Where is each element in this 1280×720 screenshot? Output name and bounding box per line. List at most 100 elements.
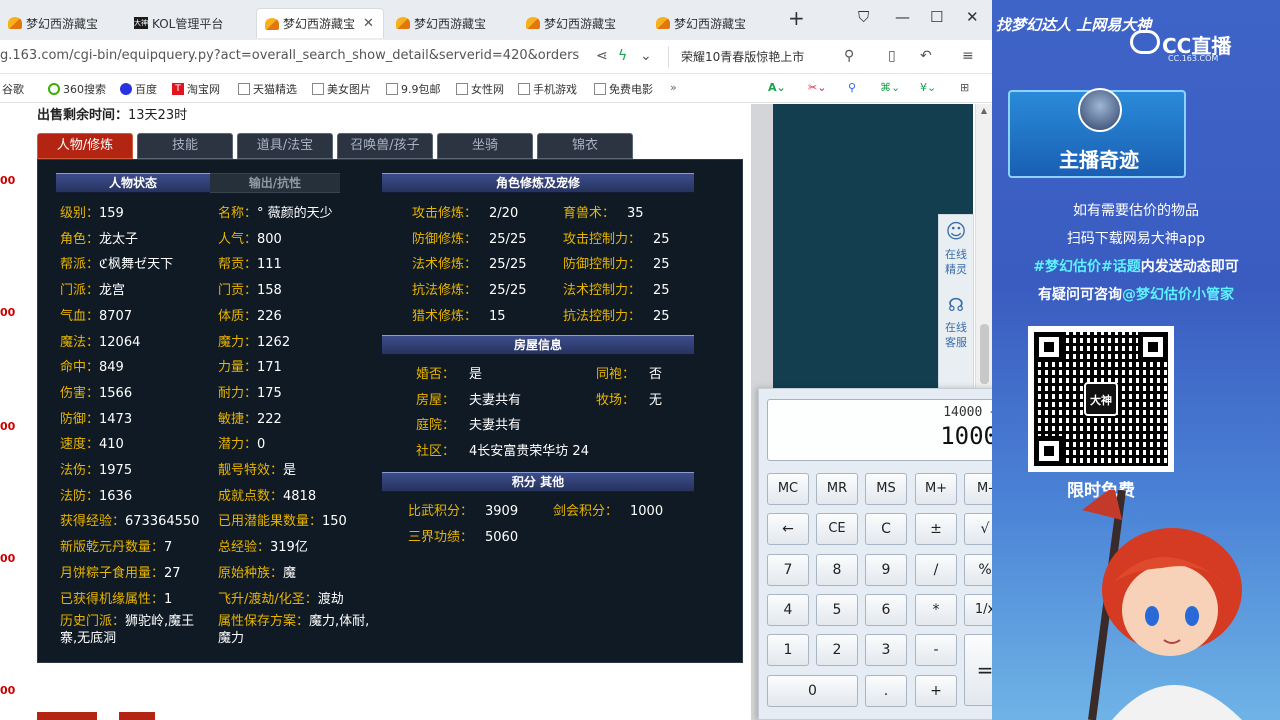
status-field: 月饼粽子食用量：27 [60, 562, 181, 581]
field-label: 魔力： [218, 334, 258, 350]
restore-tabs-icon[interactable]: ⛉ [858, 8, 869, 26]
calc-key-6[interactable]: 6 [865, 594, 907, 626]
yen-icon[interactable]: ¥⌄ [920, 81, 936, 94]
new-tab-icon[interactable]: + [788, 6, 805, 30]
scroll-thumb[interactable] [980, 324, 989, 384]
browser-tab[interactable]: 梦幻西游藏宝 [648, 8, 774, 38]
red-button[interactable] [119, 712, 155, 720]
search-icon[interactable]: ⚲ [844, 48, 854, 64]
calc-key-7[interactable]: 7 [767, 554, 809, 586]
bookmark-women[interactable]: 女性网 [456, 81, 504, 97]
points-merit: 三界功绩： 5060 [408, 526, 518, 545]
bookmark-label: 免费电影 [609, 83, 653, 96]
more-bookmarks-icon[interactable]: » [670, 81, 677, 94]
chevron-down-icon[interactable]: ⌄ [640, 48, 652, 64]
undo-icon[interactable]: ↶ [920, 48, 932, 64]
calc-key-8[interactable]: 8 [816, 554, 858, 586]
calc-key-ce[interactable]: CE [816, 513, 858, 545]
search-input[interactable]: 荣耀10青春版惊艳上市 [668, 46, 864, 68]
close-window-icon[interactable]: ✕ [966, 8, 979, 26]
calc-key-mc[interactable]: MC [767, 473, 809, 505]
online-helper[interactable]: ☺ 在线精灵 ☊ 在线客服 [938, 214, 974, 394]
browser-tab[interactable]: 梦幻西游藏宝 [518, 8, 644, 38]
calc-key-1[interactable]: 1 [767, 634, 809, 666]
tab-mounts[interactable]: 坐骑 [437, 133, 533, 159]
field-value: 是 [283, 463, 297, 478]
calc-key-mr[interactable]: MR [816, 473, 858, 505]
scissors-icon[interactable]: ✂⌄ [808, 81, 826, 94]
red-button[interactable] [37, 712, 97, 720]
maximize-icon[interactable]: ☐ [930, 8, 943, 26]
scroll-up-icon[interactable]: ▲ [976, 106, 992, 115]
calc-key-3[interactable]: 3 [865, 634, 907, 666]
field-label: 获得经验： [60, 514, 126, 530]
minimize-icon[interactable]: — [895, 8, 910, 26]
bookmark-tmall[interactable]: 天猫精选 [238, 81, 297, 97]
game-icon[interactable]: ⌘⌄ [880, 81, 900, 94]
status-field: 法防：1636 [60, 485, 132, 504]
host-card: 主播奇迹 [1008, 88, 1186, 178]
browser-tab[interactable]: 梦幻西游藏宝 [0, 8, 118, 38]
bookmark-movies[interactable]: 免费电影 [594, 81, 653, 97]
field-value: 159 [99, 206, 124, 221]
overlay-text: 内发送动态即可 [1140, 259, 1239, 275]
apps-icon[interactable]: ⊞ [960, 81, 969, 94]
cultivation-field: 攻击控制力： 25 [563, 228, 670, 247]
status-field: 力量：171 [218, 356, 282, 375]
menu-icon[interactable]: ≡ [962, 48, 974, 64]
phone-icon[interactable]: ▯ [888, 48, 896, 64]
tab-character[interactable]: 人物/修炼 [37, 133, 133, 159]
calc-key-m-plus[interactable]: M+ [915, 473, 957, 505]
lightning-icon[interactable]: ϟ [618, 48, 627, 64]
calc-key-plus-minus[interactable]: ± [915, 513, 957, 545]
section-status[interactable]: 人物状态 [56, 173, 210, 193]
calc-key-2[interactable]: 2 [816, 634, 858, 666]
browser-tab[interactable]: 大神 KOL管理平台 [126, 8, 252, 38]
bookmark-9-9[interactable]: 9.9包邮 [386, 81, 441, 97]
bookmark-360[interactable]: 360搜索 [48, 81, 106, 97]
calc-key-9[interactable]: 9 [865, 554, 907, 586]
bookmark-images[interactable]: 美女图片 [312, 81, 371, 97]
field-label: 抗法修炼： [412, 283, 478, 299]
calc-key-4[interactable]: 4 [767, 594, 809, 626]
calc-key-multiply[interactable]: * [915, 594, 957, 626]
share-icon[interactable]: ⋖ [596, 48, 608, 64]
section-output[interactable]: 输出/抗性 [210, 173, 340, 193]
bookmark-google[interactable]: 谷歌 [2, 81, 24, 97]
tab-skills[interactable]: 技能 [137, 133, 233, 159]
online-spirit-link[interactable]: 在线精灵 [939, 243, 973, 281]
field-value: 1566 [99, 385, 133, 401]
tab-outfits[interactable]: 锦衣 [537, 133, 633, 159]
field-value: 夫妻共有 [469, 393, 522, 408]
online-service-link[interactable]: 在线客服 [939, 316, 973, 354]
browser-tab-active[interactable]: 梦幻西游藏宝 ✕ [256, 8, 384, 38]
url-field[interactable]: g.163.com/cgi-bin/equipquery.py?act=over… [0, 48, 586, 63]
status-field: 级别：159 [60, 202, 124, 221]
field-label: 潜力： [218, 437, 258, 453]
calc-key-ms[interactable]: MS [865, 473, 907, 505]
calc-key-minus[interactable]: - [915, 634, 957, 666]
browser-tab[interactable]: 梦幻西游藏宝 [388, 8, 514, 38]
calc-key-decimal[interactable]: . [865, 675, 907, 707]
left-edge: 00 00 00 00 00 [0, 104, 24, 720]
character-panel: 人物状态 输出/抗性 角色修炼及宠修 房屋信息 积分 其他 级别：159 角色：龙… [37, 159, 743, 663]
field-label: 伤害： [60, 385, 100, 401]
bookmark-mobile-games[interactable]: 手机游戏 [518, 81, 577, 97]
calc-key-clear[interactable]: C [865, 513, 907, 545]
field-label: 月饼粽子食用量： [60, 565, 165, 581]
field-value: ° 薇颜的天少 [257, 206, 333, 221]
calc-key-5[interactable]: 5 [816, 594, 858, 626]
close-tab-icon[interactable]: ✕ [363, 16, 374, 31]
translate-icon[interactable]: A⌄ [768, 81, 786, 94]
calc-key-plus[interactable]: + [915, 675, 957, 707]
bookmark-baidu[interactable]: 百度 [120, 81, 157, 97]
search-tool-icon[interactable]: ⚲ [848, 81, 856, 94]
calc-key-divide[interactable]: / [915, 554, 957, 586]
status-field: 名称：° 薇颜的天少 [218, 202, 333, 221]
field-label: 法防： [60, 488, 100, 504]
tab-summons[interactable]: 召唤兽/孩子 [337, 133, 433, 159]
calc-key-backspace[interactable]: ← [767, 513, 809, 545]
tab-items[interactable]: 道具/法宝 [237, 133, 333, 159]
calc-key-0[interactable]: 0 [767, 675, 858, 707]
bookmark-taobao[interactable]: T 淘宝网 [172, 81, 220, 97]
